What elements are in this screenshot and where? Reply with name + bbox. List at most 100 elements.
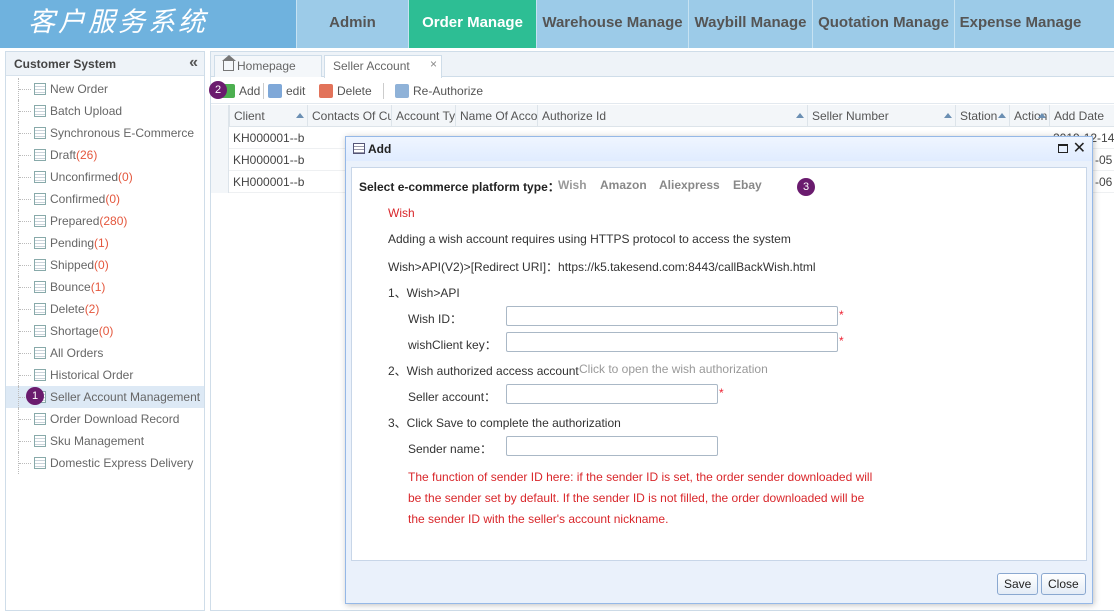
platform-aliexpress[interactable]: Aliexpress (659, 178, 720, 192)
sidebar-item[interactable]: Sku Management (6, 430, 204, 452)
sidebar-item-label: New Order (50, 82, 109, 96)
sidebar-title: Customer System (14, 57, 117, 71)
platform-type-label: Select e-commerce platform type： (359, 180, 560, 194)
nav-waybill-manage[interactable]: Waybill Manage (688, 0, 812, 48)
platform-amazon[interactable]: Amazon (600, 178, 647, 192)
sidebar-item[interactable]: Order Download Record (6, 408, 204, 430)
sidebar-item[interactable]: Shortage(0) (6, 320, 204, 342)
document-icon (34, 413, 46, 425)
close-icon[interactable]: ✕ (1073, 137, 1086, 160)
sidebar-item[interactable]: Delete(2) (6, 298, 204, 320)
sidebar-item[interactable]: Pending(1) (6, 232, 204, 254)
sidebar-item-label: All Orders (50, 346, 104, 360)
step-badge-2: 2 (209, 81, 227, 99)
document-icon (34, 303, 46, 315)
col-action[interactable]: Action (1009, 105, 1049, 127)
col-station[interactable]: Station (955, 105, 1009, 127)
home-icon (222, 55, 236, 71)
tree-line (18, 364, 32, 386)
delete-icon (319, 84, 333, 98)
col-authorize-id[interactable]: Authorize Id (537, 105, 807, 127)
platform-ebay[interactable]: Ebay (733, 178, 762, 192)
re-authorize-button[interactable]: Re-Authorize (395, 82, 483, 100)
client-key-input[interactable] (506, 332, 838, 352)
sidebar-item[interactable]: Batch Upload (6, 100, 204, 122)
sidebar-item[interactable]: New Order (6, 78, 204, 100)
col-contacts[interactable]: Contacts Of Cu (307, 105, 391, 127)
nav-order-manage[interactable]: Order Manage (408, 0, 536, 48)
tab-seller-account[interactable]: Seller Account × (324, 55, 442, 78)
document-icon (34, 83, 46, 95)
wish-id-input[interactable] (506, 306, 838, 326)
sidebar-item[interactable]: Prepared(280) (6, 210, 204, 232)
sort-icon (944, 113, 952, 118)
sort-icon (796, 113, 804, 118)
main-nav: Admin Order Manage Warehouse Manage Wayb… (296, 0, 1086, 48)
save-button[interactable]: Save (997, 573, 1039, 595)
step-1: 1、Wish>API (388, 286, 460, 300)
tree-line (18, 320, 32, 342)
tree-line (18, 408, 32, 430)
maximize-icon[interactable] (1058, 144, 1068, 153)
document-icon (34, 127, 46, 139)
sidebar-item[interactable]: Confirmed(0) (6, 188, 204, 210)
sidebar-item-label: Pending (50, 236, 95, 250)
sender-name-input[interactable] (506, 436, 718, 456)
tree-line (18, 100, 32, 122)
nav-warehouse-manage[interactable]: Warehouse Manage (536, 0, 688, 48)
sidebar: Customer System « New Order Batch Upload S… (5, 51, 205, 611)
edit-button[interactable]: edit (268, 82, 305, 100)
seller-account-input[interactable] (506, 384, 718, 404)
col-add-date[interactable]: Add Date (1049, 105, 1114, 127)
nav-quotation-manage[interactable]: Quotation Manage (812, 0, 954, 48)
double-chevron-left-icon[interactable]: « (189, 52, 198, 74)
sidebar-item[interactable]: Bounce(1) (6, 276, 204, 298)
sidebar-item-label: Draft (50, 148, 77, 162)
sidebar-item[interactable]: Draft(26) (6, 144, 204, 166)
re-authorize-icon (395, 84, 409, 98)
col-account-type[interactable]: Account Ty (391, 105, 455, 127)
sort-icon (1038, 113, 1046, 118)
document-icon (34, 369, 46, 381)
dialog-body: Select e-commerce platform type： Wish Am… (351, 167, 1087, 561)
sidebar-item[interactable]: Synchronous E-Commerce (6, 122, 204, 144)
cell-client: KH000001--b (233, 131, 305, 145)
sort-icon (296, 113, 304, 118)
platform-wish[interactable]: Wish (558, 178, 587, 192)
https-note: Adding a wish account requires using HTT… (388, 232, 791, 246)
required-mark: * (719, 386, 724, 400)
sidebar-item-count: (1) (90, 280, 106, 294)
step-2: 2、Wish authorized access account (388, 364, 579, 378)
nav-admin[interactable]: Admin (296, 0, 408, 48)
sidebar-item-label: Confirmed (50, 192, 106, 206)
step-3: 3、Click Save to complete the authorizati… (388, 416, 621, 430)
sidebar-item[interactable]: Shipped(0) (6, 254, 204, 276)
grid-header: Client Contacts Of Cu Account Ty Name Of… (211, 105, 1114, 127)
wish-authorization-link[interactable]: Click to open the wish authorization (579, 362, 768, 376)
document-icon (34, 215, 46, 227)
tree-line (18, 166, 32, 188)
sidebar-item[interactable]: Unconfirmed(0) (6, 166, 204, 188)
document-icon (34, 259, 46, 271)
tree-line (18, 122, 32, 144)
document-icon (34, 171, 46, 183)
app-logo: 客户服务系统 (0, 0, 296, 48)
sidebar-item-label: Historical Order (50, 368, 134, 382)
col-client[interactable]: Client (229, 105, 307, 127)
seller-account-label: Seller account： (408, 390, 497, 404)
sidebar-item[interactable]: All Orders (6, 342, 204, 364)
sidebar-item-label: Batch Upload (50, 104, 123, 118)
nav-expense-manage[interactable]: Expense Manage (954, 0, 1086, 48)
delete-button[interactable]: Delete (319, 82, 372, 100)
close-icon[interactable]: × (430, 54, 437, 74)
tab-homepage[interactable]: Homepage (214, 55, 322, 77)
col-name-of-account[interactable]: Name Of Acco (455, 105, 537, 127)
col-seller-number[interactable]: Seller Number (807, 105, 955, 127)
section-title: Wish (388, 206, 415, 220)
sidebar-item[interactable]: Historical Order (6, 364, 204, 386)
tree-line (18, 188, 32, 210)
sender-name-label: Sender name： (408, 442, 493, 456)
close-button[interactable]: Close (1041, 573, 1086, 595)
sidebar-item[interactable]: Domestic Express Delivery (6, 452, 204, 474)
dialog-footer: Save Close (346, 563, 1092, 603)
